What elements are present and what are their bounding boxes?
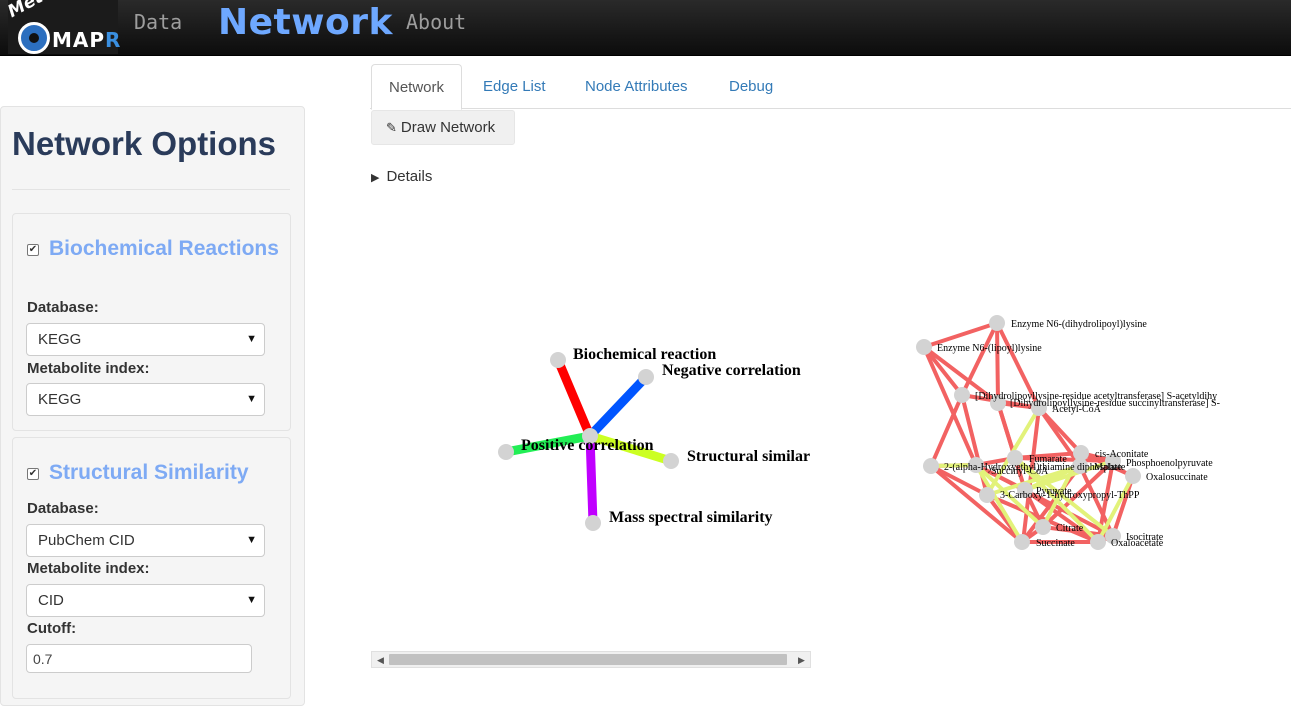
legend-edge-biochemical <box>553 355 595 441</box>
metabolite-node[interactable] <box>1035 519 1051 535</box>
select-value: CID <box>38 592 64 609</box>
biochemical-database-select[interactable]: KEGG ▼ <box>26 323 265 356</box>
logo-mapr-text: MAPR <box>52 28 122 52</box>
cutoff-label: Cutoff: <box>27 620 77 637</box>
scrollbar-thumb[interactable] <box>389 654 787 665</box>
triangle-right-icon: ▶ <box>371 172 380 184</box>
horizontal-scrollbar[interactable]: ◀ ▶ <box>371 651 811 668</box>
node-label: Enzyme N6-(lipoyl)lysine <box>937 343 1042 354</box>
structural-index-select[interactable]: CID ▼ <box>26 584 265 617</box>
legend-label-structural: Structural similar <box>687 448 810 465</box>
legend-node <box>663 453 679 469</box>
nav-data[interactable]: Data <box>134 10 182 34</box>
node-label: Acetyl-CoA <box>1052 404 1102 415</box>
node-label: Malate <box>1094 462 1122 473</box>
structural-database-select[interactable]: PubChem CID ▼ <box>26 524 265 557</box>
metabolite-node[interactable] <box>916 339 932 355</box>
legend-label-biochemical: Biochemical reaction <box>573 346 716 363</box>
caret-down-icon: ▼ <box>246 333 257 345</box>
network-options-panel: Network Options ✔ Biochemical Reactions … <box>0 106 305 706</box>
legend-node <box>585 515 601 531</box>
database-label: Database: <box>27 299 99 316</box>
caret-down-icon: ▼ <box>246 534 257 546</box>
metabolite-node[interactable] <box>1125 468 1141 484</box>
metabolite-node[interactable] <box>979 487 995 503</box>
node-label: Phosphoenolpyruvate <box>1126 458 1213 469</box>
network-svg[interactable]: Biochemical reaction Negative correlatio… <box>370 200 1291 650</box>
scroll-left-icon[interactable]: ◀ <box>373 653 388 667</box>
divider <box>12 189 290 190</box>
edge-legend: Biochemical reaction Negative correlatio… <box>498 346 810 531</box>
legend-node <box>550 352 566 368</box>
metabolite-node[interactable] <box>989 315 1005 331</box>
details-label: Details <box>386 168 433 185</box>
tab-edge-list[interactable]: Edge List <box>466 64 563 109</box>
node-label: Succinate <box>1036 538 1075 549</box>
structural-similarity-section: ✔ Structural Similarity Database: PubChe… <box>12 437 291 699</box>
node-label: Citrate <box>1056 523 1084 534</box>
top-navbar: Meta MAPR Data Network About <box>0 0 1291 56</box>
metabolite-labels: Enzyme N6-(dihydrolipoyl)lysine Enzyme N… <box>937 319 1220 549</box>
node-label: Oxalosuccinate <box>1146 472 1208 483</box>
nav-about[interactable]: About <box>406 10 466 34</box>
tab-node-attributes[interactable]: Node Attributes <box>568 64 705 109</box>
biochemical-reactions-section: ✔ Biochemical Reactions Database: KEGG ▼… <box>12 213 291 431</box>
node-label: Succinyl-CoA <box>991 466 1049 477</box>
database-label: Database: <box>27 500 99 517</box>
details-toggle[interactable]: ▶ Details <box>371 168 432 185</box>
select-value: KEGG <box>38 391 82 408</box>
structural-similarity-checkbox[interactable]: ✔ <box>27 468 39 480</box>
structural-similarity-title: Structural Similarity <box>49 461 249 484</box>
metabolite-node[interactable] <box>1090 534 1106 550</box>
metabolite-index-label: Metabolite index: <box>27 560 150 577</box>
scroll-right-icon[interactable]: ▶ <box>794 653 809 667</box>
metamapr-logo[interactable]: Meta MAPR <box>4 0 122 54</box>
logo-meta-text: Meta <box>4 0 57 22</box>
biochemical-reactions-title: Biochemical Reactions <box>49 237 279 260</box>
tab-network[interactable]: Network <box>371 64 463 110</box>
metabolite-network[interactable]: Enzyme N6-(dihydrolipoyl)lysine Enzyme N… <box>916 315 1220 550</box>
tab-debug[interactable]: Debug <box>712 64 790 109</box>
network-canvas[interactable]: Biochemical reaction Negative correlatio… <box>370 200 1291 650</box>
legend-label-negative: Negative correlation <box>662 362 801 379</box>
nav-network[interactable]: Network <box>218 2 393 43</box>
select-value: PubChem CID <box>38 532 135 549</box>
metabolite-index-label: Metabolite index: <box>27 360 150 377</box>
legend-node <box>638 369 654 385</box>
panel-title: Network Options <box>12 125 277 162</box>
select-value: KEGG <box>38 331 82 348</box>
reaction-edges <box>922 321 1135 544</box>
logo-ring-icon <box>18 22 50 54</box>
node-label: Enzyme N6-(dihydrolipoyl)lysine <box>1011 319 1147 330</box>
biochemical-index-select[interactable]: KEGG ▼ <box>26 383 265 416</box>
metabolite-node[interactable] <box>954 387 970 403</box>
legend-label-mass-spectral: Mass spectral similarity <box>609 509 773 526</box>
legend-node <box>498 444 514 460</box>
node-label: [Dihydrolipoyllysine-residue succinyltra… <box>1010 398 1220 409</box>
legend-edge-negative <box>585 372 651 441</box>
magic-wand-icon: ✎ <box>386 120 397 135</box>
caret-down-icon: ▼ <box>246 393 257 405</box>
node-label: Pyruvate <box>1036 486 1072 497</box>
main-tabs: Network Edge List Node Attributes Debug <box>370 64 1291 110</box>
cutoff-input[interactable]: 0.7 <box>26 644 252 673</box>
node-label: Oxaloacetate <box>1111 538 1164 549</box>
draw-network-label: Draw Network <box>400 119 496 136</box>
caret-down-icon: ▼ <box>246 594 257 606</box>
biochemical-reactions-checkbox[interactable]: ✔ <box>27 244 39 256</box>
draw-network-button[interactable]: ✎ Draw Network <box>371 110 515 145</box>
metabolite-node[interactable] <box>1014 534 1030 550</box>
metabolite-node[interactable] <box>923 458 939 474</box>
legend-label-positive: Positive correlation <box>521 437 654 454</box>
